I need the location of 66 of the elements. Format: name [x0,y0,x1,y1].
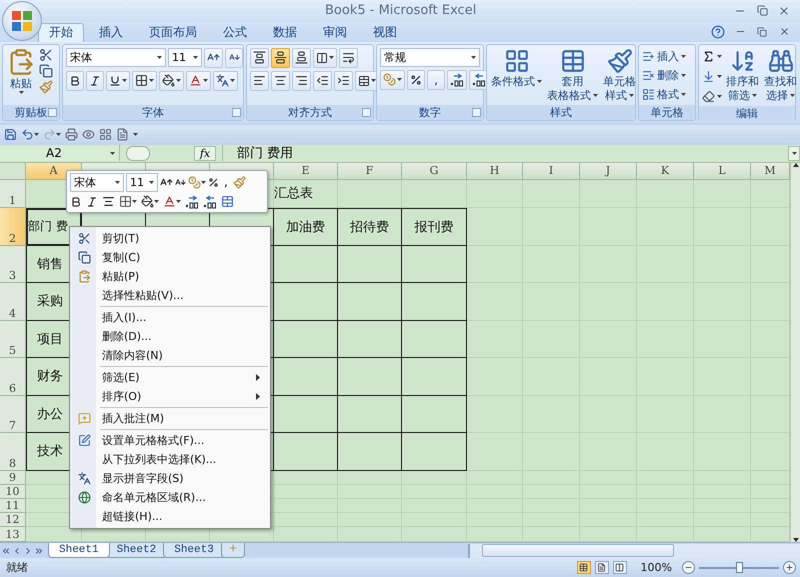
table-cell: 报刊费 [402,208,467,246]
column-header[interactable]: G [402,162,467,180]
ribbon-tab[interactable]: 视图 [362,22,408,42]
table-title: 汇总表 [274,180,338,208]
font-size-field[interactable]: 11 [126,172,158,192]
group-title: 字体 [142,104,164,120]
ribbon-tab[interactable]: 公式 [212,22,258,42]
insert-function-button[interactable]: fx [194,146,216,161]
column-header[interactable]: H [467,162,523,180]
status-text: 就绪 [5,560,28,576]
row-header[interactable]: 10 [0,484,26,499]
sheet-tab[interactable]: Sheet3 [163,543,225,558]
comma-style-button[interactable]: , [221,175,231,190]
table-cell: 加油费 [274,208,338,246]
group-title: 剪贴板 [14,104,48,120]
ribbon-tab[interactable]: 开始 [38,22,84,42]
cells-button[interactable]: 插入 [642,48,686,66]
group-title: 单元格 [650,104,684,120]
row-header[interactable]: 2 [0,208,26,246]
ribbon-tab[interactable]: 数据 [262,22,308,42]
column-header[interactable]: E [274,162,338,180]
column-header[interactable]: L [694,162,751,180]
row-header[interactable]: 8 [0,432,26,471]
zoom-level: 100% [640,561,672,574]
ribbon-tab[interactable]: 页面布局 [138,22,208,42]
style-button[interactable]: 套用 表格格式 [546,48,599,102]
row-header[interactable]: 4 [0,282,26,321]
style-button[interactable]: 条件格式 [490,48,543,88]
menu-item[interactable]: 超链接(H)... [72,506,268,526]
column-header[interactable]: K [637,162,694,180]
group-title: 数字 [419,104,441,120]
column-header[interactable]: M [751,162,790,180]
group-title: 编辑 [736,106,758,121]
cells-button[interactable]: 格式 [642,86,686,104]
table-cell: 招待费 [338,208,402,246]
group-title: 对齐方式 [288,104,332,120]
row-header[interactable]: 12 [0,512,26,527]
row-header[interactable]: 6 [0,358,26,396]
row-header[interactable]: 13 [0,526,26,542]
editing-button[interactable]: 查找和 选择 [763,48,798,102]
row-header[interactable]: 1 [0,180,26,208]
number-format-field[interactable]: 常规 [380,48,480,67]
style-button[interactable]: 单元格 样式 [602,48,637,102]
cells-button[interactable]: 删除 [642,66,686,85]
sheet-tab[interactable]: Sheet1 [48,543,110,558]
group-title: 样式 [550,104,572,120]
row-header[interactable]: 9 [0,470,26,485]
row-header[interactable]: 7 [0,396,26,433]
menu-item[interactable]: 命名单元格区域(R)... [72,488,268,507]
row-header[interactable]: 5 [0,320,26,358]
ribbon-tab[interactable]: 插入 [88,22,134,42]
row-header[interactable]: 3 [0,246,26,283]
editing-button[interactable]: 排序和 筛选 [725,48,760,102]
font-size-field[interactable]: 11 [168,48,202,68]
menu-item[interactable]: 显示拼音字段(S) [72,468,268,488]
column-header[interactable]: I [523,162,580,180]
name-box[interactable]: A2 [0,145,120,162]
column-header[interactable]: F [338,162,402,180]
paste-button[interactable]: 粘贴 [6,48,36,94]
comma-style-button[interactable]: , [427,70,445,90]
row-header[interactable]: 11 [0,498,26,513]
font-name-field[interactable]: 宋体 [66,48,166,68]
column-header[interactable]: J [580,162,637,180]
font-name-field[interactable]: 宋体 [70,172,124,192]
window-title: Book5 - Microsoft Excel [325,3,475,18]
ribbon-tab[interactable]: 审阅 [312,22,358,42]
